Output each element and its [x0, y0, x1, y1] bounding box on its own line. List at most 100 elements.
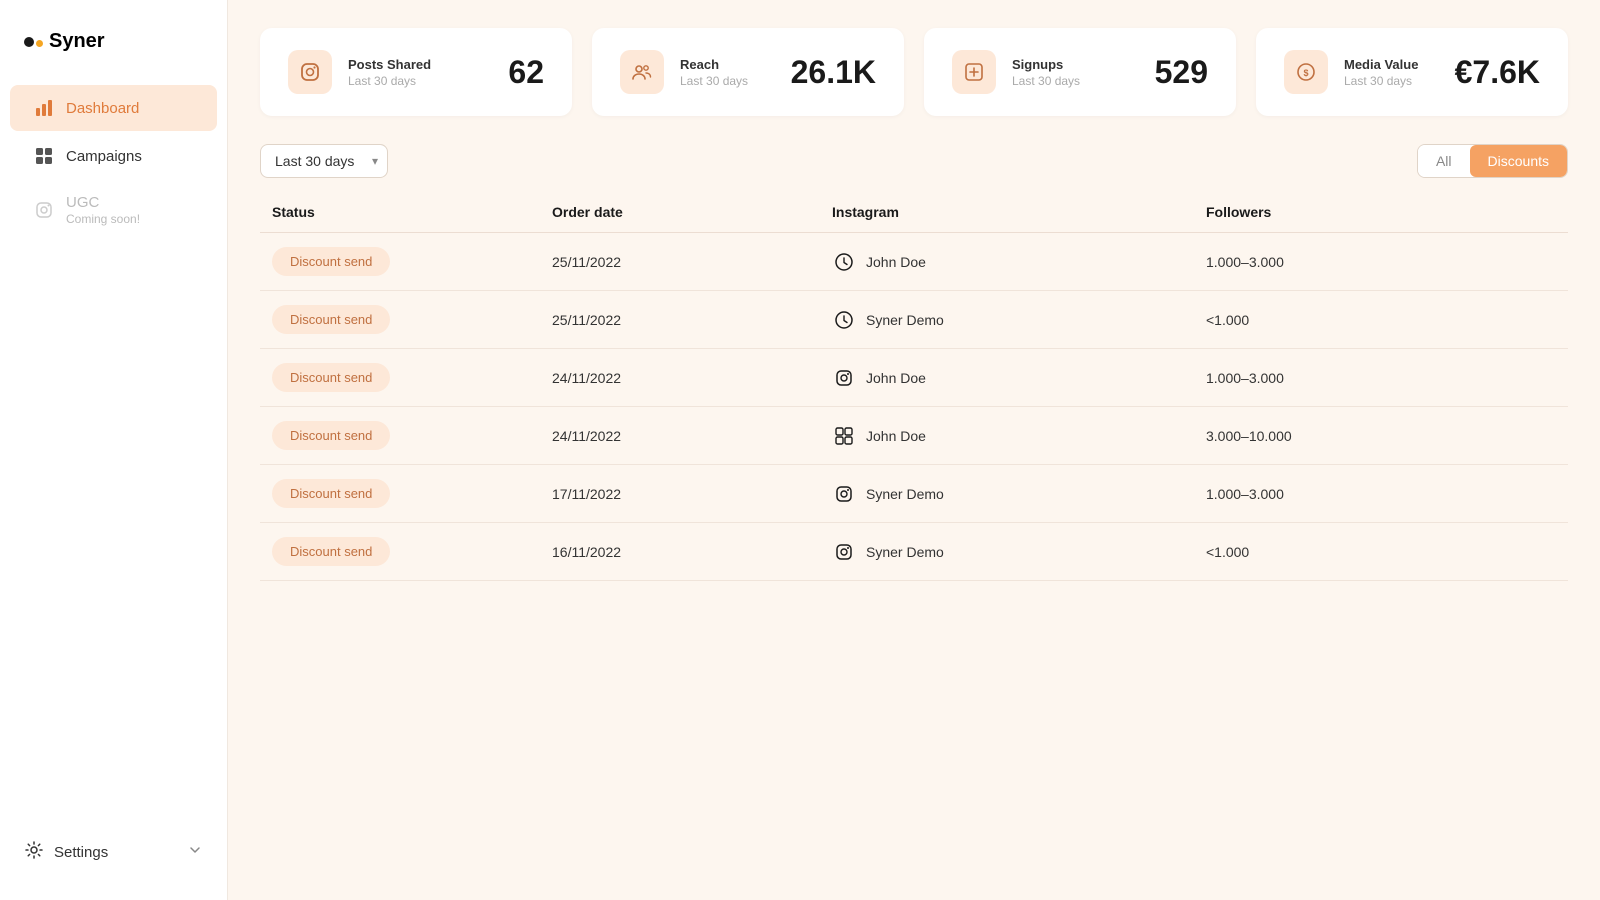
ugc-label-wrap: UGC Coming soon! — [66, 194, 140, 226]
sidebar-item-ugc: UGC Coming soon! — [10, 181, 217, 239]
cell-status-4: Discount send — [260, 479, 540, 508]
col-header-followers: Followers — [1194, 204, 1568, 220]
logo-dot-big — [24, 37, 34, 47]
stat-value-posts-shared: 62 — [508, 54, 544, 91]
stat-sublabel-reach: Last 30 days — [680, 74, 767, 88]
col-header-instagram: Instagram — [820, 204, 1194, 220]
period-filter-wrap[interactable]: Last 30 days — [260, 144, 388, 178]
cell-status-3: Discount send — [260, 421, 540, 450]
cell-date-5: 16/11/2022 — [540, 544, 820, 560]
grid-icon — [34, 146, 54, 166]
cell-instagram-1: Syner Demo — [820, 308, 1194, 332]
instagram-circle-icon-4 — [832, 482, 856, 506]
stat-label-posts-shared: Posts Shared — [348, 57, 484, 72]
stat-value-signups: 529 — [1155, 54, 1208, 91]
sidebar-footer-settings[interactable]: Settings — [0, 824, 227, 880]
table-container: Status Order date Instagram Followers Di… — [260, 196, 1568, 581]
sidebar: Syner Dashboard — [0, 0, 228, 900]
col-header-order-date: Order date — [540, 204, 820, 220]
signups-icon-wrap — [952, 50, 996, 94]
logo-icon — [24, 37, 43, 47]
logo: Syner — [0, 20, 227, 83]
cell-followers-5: <1.000 — [1194, 544, 1568, 560]
ig-name-1: Syner Demo — [866, 312, 944, 328]
reach-icon-wrap — [620, 50, 664, 94]
discount-badge-2: Discount send — [272, 363, 390, 392]
cell-instagram-2: John Doe — [820, 366, 1194, 390]
discount-badge-0: Discount send — [272, 247, 390, 276]
discount-badge-3: Discount send — [272, 421, 390, 450]
stat-card-media-value: $ Media Value Last 30 days €7.6K — [1256, 28, 1568, 116]
table-row: Discount send 16/11/2022 Syner Demo <1.0… — [260, 523, 1568, 581]
table-row: Discount send 25/11/2022 John Doe 1.000–… — [260, 233, 1568, 291]
cell-date-1: 25/11/2022 — [540, 312, 820, 328]
posts-shared-icon-wrap — [288, 50, 332, 94]
stats-row: Posts Shared Last 30 days 62 Reach Last … — [260, 28, 1568, 116]
filter-row: Last 30 days All Discounts — [260, 144, 1568, 178]
stat-sublabel-signups: Last 30 days — [1012, 74, 1131, 88]
stat-info-signups: Signups Last 30 days — [1012, 57, 1131, 88]
stat-card-signups: Signups Last 30 days 529 — [924, 28, 1236, 116]
ig-name-3: John Doe — [866, 428, 926, 444]
instagram-circle-icon-2 — [832, 366, 856, 390]
filter-tabs: All Discounts — [1417, 144, 1568, 178]
sidebar-item-dashboard[interactable]: Dashboard — [10, 85, 217, 131]
discount-badge-5: Discount send — [272, 537, 390, 566]
stat-info-posts-shared: Posts Shared Last 30 days — [348, 57, 484, 88]
cell-instagram-3: John Doe — [820, 424, 1194, 448]
instagram-posts-icon — [299, 61, 321, 83]
stat-info-reach: Reach Last 30 days — [680, 57, 767, 88]
sidebar-label-campaigns: Campaigns — [66, 148, 142, 165]
cell-date-2: 24/11/2022 — [540, 370, 820, 386]
chevron-down-icon — [187, 842, 203, 862]
users-icon — [631, 61, 653, 83]
logo-dot-small — [36, 40, 43, 47]
cell-followers-0: 1.000–3.000 — [1194, 254, 1568, 270]
clock-icon-0 — [832, 250, 856, 274]
stat-card-reach: Reach Last 30 days 26.1K — [592, 28, 904, 116]
svg-text:$: $ — [1303, 68, 1308, 78]
ig-name-4: Syner Demo — [866, 486, 944, 502]
stat-label-signups: Signups — [1012, 57, 1131, 72]
discount-badge-4: Discount send — [272, 479, 390, 508]
table-row: Discount send 24/11/2022 John Doe 1.000–… — [260, 349, 1568, 407]
sidebar-nav: Dashboard Campaigns — [0, 83, 227, 824]
clock-icon-1 — [832, 308, 856, 332]
cell-date-3: 24/11/2022 — [540, 428, 820, 444]
stat-sublabel-media-value: Last 30 days — [1344, 74, 1431, 88]
cell-status-0: Discount send — [260, 247, 540, 276]
stat-card-posts-shared: Posts Shared Last 30 days 62 — [260, 28, 572, 116]
sidebar-label-ugc: UGC — [66, 194, 99, 211]
cell-instagram-0: John Doe — [820, 250, 1194, 274]
discount-badge-1: Discount send — [272, 305, 390, 334]
instagram-circle-icon-5 — [832, 540, 856, 564]
currency-icon: $ — [1295, 61, 1317, 83]
settings-icon — [24, 840, 44, 864]
grid-circle-icon-3 — [832, 424, 856, 448]
cell-instagram-5: Syner Demo — [820, 540, 1194, 564]
stat-sublabel-posts-shared: Last 30 days — [348, 74, 484, 88]
table-header: Status Order date Instagram Followers — [260, 196, 1568, 233]
stat-label-reach: Reach — [680, 57, 767, 72]
ig-name-2: John Doe — [866, 370, 926, 386]
bar-chart-icon — [34, 98, 54, 118]
stat-label-media-value: Media Value — [1344, 57, 1431, 72]
signups-icon — [963, 61, 985, 83]
ig-name-5: Syner Demo — [866, 544, 944, 560]
cell-followers-2: 1.000–3.000 — [1194, 370, 1568, 386]
ig-name-0: John Doe — [866, 254, 926, 270]
period-filter-select[interactable]: Last 30 days — [260, 144, 388, 178]
media-value-icon-wrap: $ — [1284, 50, 1328, 94]
tab-all[interactable]: All — [1418, 145, 1470, 177]
tab-discounts[interactable]: Discounts — [1470, 145, 1567, 177]
cell-status-1: Discount send — [260, 305, 540, 334]
cell-date-4: 17/11/2022 — [540, 486, 820, 502]
table-row: Discount send 24/11/2022 John Doe 3.000–… — [260, 407, 1568, 465]
cell-status-2: Discount send — [260, 363, 540, 392]
ugc-coming-soon: Coming soon! — [66, 212, 140, 226]
sidebar-item-campaigns[interactable]: Campaigns — [10, 133, 217, 179]
cell-followers-3: 3.000–10.000 — [1194, 428, 1568, 444]
instagram-icon-sidebar — [34, 200, 54, 220]
settings-label: Settings — [54, 844, 108, 861]
cell-followers-4: 1.000–3.000 — [1194, 486, 1568, 502]
